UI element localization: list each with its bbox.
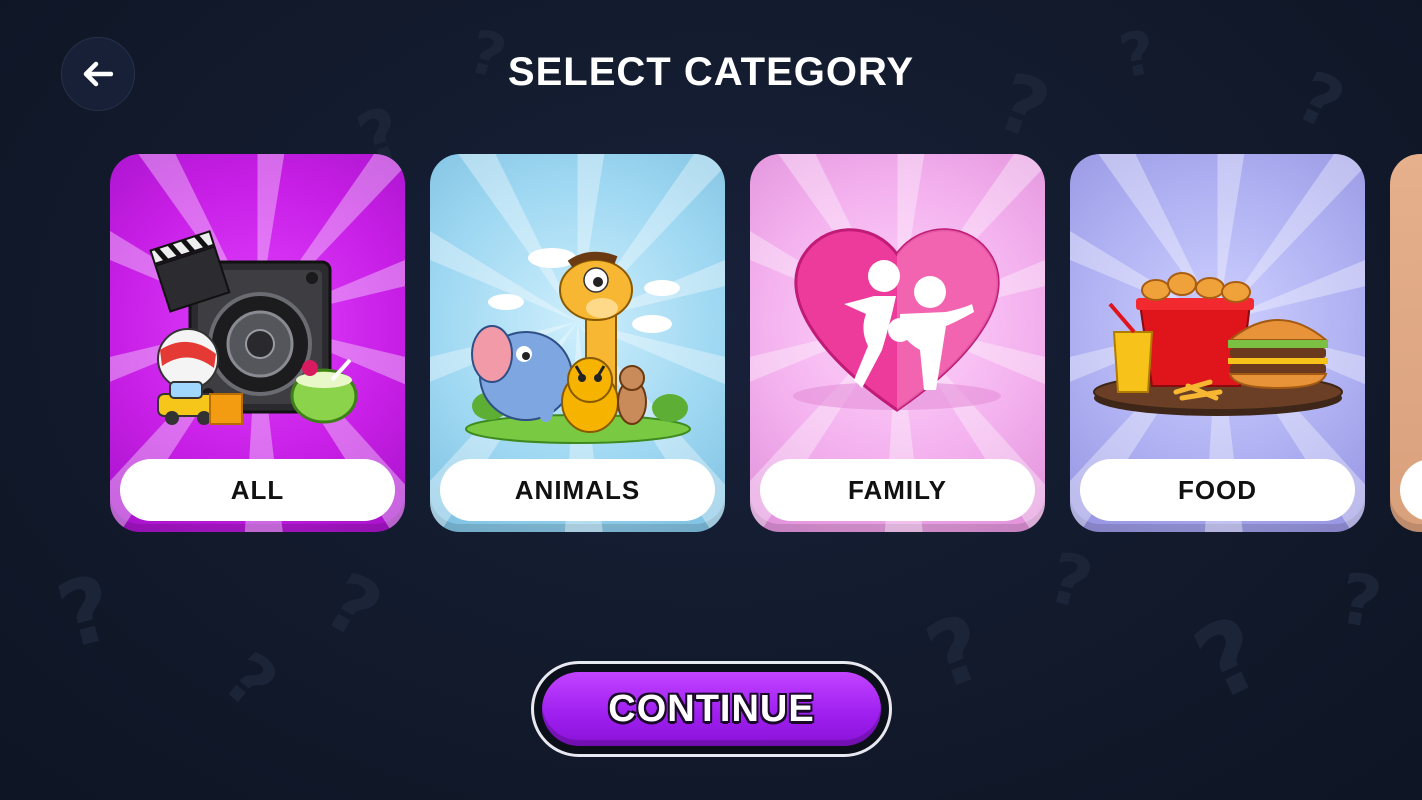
category-card-food[interactable]: FOOD [1070, 154, 1365, 532]
category-label: FAMILY [760, 459, 1035, 521]
all-category-illustration [149, 230, 358, 425]
category-label: ANIMALS [440, 459, 715, 521]
food-category-illustration [1093, 272, 1343, 416]
family-category-illustration [793, 228, 1001, 412]
category-card-all[interactable]: ALL [110, 154, 405, 532]
category-label [1400, 459, 1422, 521]
category-card-animals[interactable]: ANIMALS [430, 154, 725, 532]
category-label: ALL [120, 459, 395, 521]
category-label: FOOD [1080, 459, 1355, 521]
category-card-next-partial[interactable] [1390, 154, 1422, 532]
category-card-family[interactable]: FAMILY [750, 154, 1045, 532]
continue-button-frame[interactable]: CONTINUE [531, 661, 892, 757]
continue-button[interactable]: CONTINUE [542, 672, 881, 746]
continue-label: CONTINUE [608, 687, 815, 730]
animals-category-illustration [465, 248, 691, 444]
